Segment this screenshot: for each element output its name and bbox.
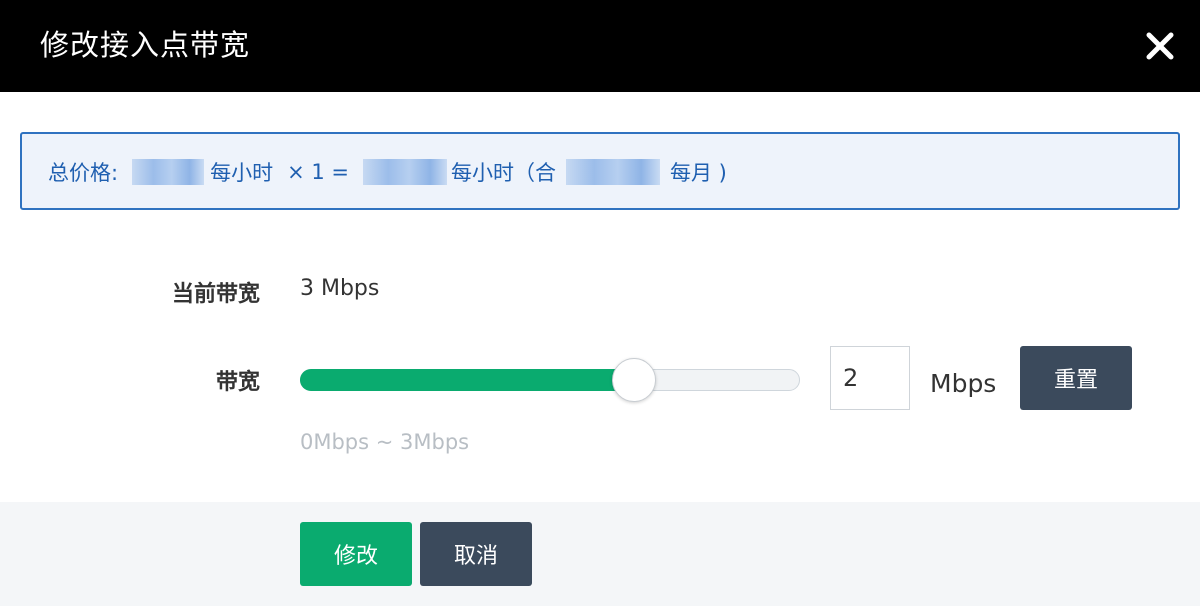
redacted-hourly-price	[132, 159, 205, 185]
bandwidth-range-hint: 0Mbps ~ 3Mbps	[300, 430, 470, 454]
redacted-monthly-price	[565, 159, 660, 185]
bandwidth-unit: Mbps	[930, 369, 997, 398]
slider-fill	[300, 369, 634, 391]
dialog-footer	[0, 502, 1200, 606]
bandwidth-input[interactable]	[830, 346, 910, 410]
redacted-total-price	[362, 159, 447, 185]
per-hour-text: 每小时	[210, 161, 274, 185]
price-label: 总价格:	[48, 161, 119, 185]
dialog-title: 修改接入点带宽	[40, 28, 251, 62]
bandwidth-label: 带宽	[215, 370, 260, 395]
current-bandwidth-value: 3 Mbps	[300, 276, 380, 301]
dialog-header: 修改接入点带宽	[0, 0, 1200, 92]
per-hour-equivalent-text: 每小时（合	[450, 161, 556, 185]
reset-button[interactable]: 重置	[1020, 346, 1132, 410]
price-summary: 总价格: 每小时 × 1 = 每小时（合 每月 )	[20, 132, 1180, 210]
confirm-button[interactable]: 修改	[300, 522, 412, 586]
per-month-text: 每月 )	[669, 161, 727, 185]
current-bandwidth-label: 当前带宽	[171, 282, 260, 307]
cancel-button[interactable]: 取消	[420, 522, 532, 586]
slider-handle[interactable]	[611, 358, 656, 402]
multiplier-text: × 1 =	[287, 160, 349, 184]
price-line: 总价格: 每小时 × 1 = 每小时（合 每月 )	[48, 134, 727, 210]
bandwidth-slider[interactable]	[300, 358, 800, 402]
close-icon[interactable]	[1140, 26, 1180, 66]
